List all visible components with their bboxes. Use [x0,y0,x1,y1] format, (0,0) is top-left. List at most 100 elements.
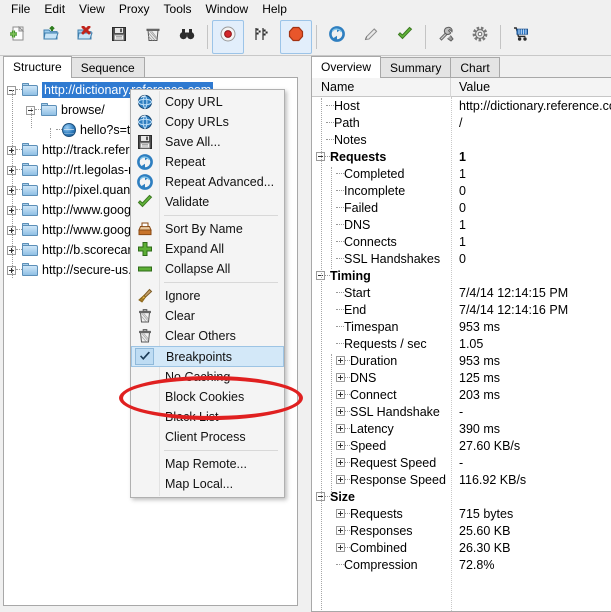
menu-item-no-caching[interactable]: No Caching [131,367,284,387]
menu-item-map-remote[interactable]: Map Remote... [131,454,284,474]
new-session-button[interactable] [1,20,33,54]
overview-row-value: - [459,404,464,419]
menu-item-save-all[interactable]: Save All... [131,132,284,152]
overview-row-name-cell: Responses [312,522,451,539]
menu-item-validate[interactable]: Validate [131,192,284,212]
open-folder-button[interactable] [35,20,67,54]
overview-row[interactable]: Combined 26.30 KB [312,539,611,556]
menu-help[interactable]: Help [255,1,294,18]
tab-summary[interactable]: Summary [380,57,452,78]
menu-item-ignore[interactable]: Ignore [131,286,284,306]
folder-icon [22,183,39,197]
repeat-button[interactable] [321,20,353,54]
overview-row-name-cell: SSL Handshakes [312,250,451,267]
flags-button[interactable] [246,20,278,54]
grid-guide-line [321,98,322,610]
overview-row[interactable]: Incomplete 0 [312,182,611,199]
row-expand-icon[interactable] [336,441,345,450]
menu-item-label: No Caching [165,370,231,384]
row-expand-icon[interactable] [336,390,345,399]
tab-structure[interactable]: Structure [3,56,72,78]
menu-item-map-local[interactable]: Map Local... [131,474,284,494]
tab-chart[interactable]: Chart [450,57,500,78]
row-expand-icon[interactable] [336,543,345,552]
menu-file[interactable]: File [4,1,37,18]
menu-item-repeat-advanced[interactable]: Repeat Advanced... [131,172,284,192]
menu-item-client-process[interactable]: Client Process [131,427,284,447]
overview-row[interactable]: SSL Handshake - [312,403,611,420]
overview-row[interactable]: SSL Handshakes 0 [312,250,611,267]
menu-window[interactable]: Window [199,1,256,18]
record-button[interactable] [212,19,244,54]
overview-row[interactable]: DNS 125 ms [312,369,611,386]
overview-row[interactable]: Completed 1 [312,165,611,182]
overview-grid[interactable]: Name Value Host http://dictionary.referen… [311,77,611,612]
overview-row-label: Combined [350,540,407,555]
save-button[interactable] [103,20,135,54]
overview-row-value: - [459,455,464,470]
row-expand-icon[interactable] [336,526,345,535]
overview-row[interactable]: Request Speed - [312,454,611,471]
menu-item-clear-others[interactable]: Clear Others [131,326,284,346]
close-session-button[interactable] [69,20,101,54]
settings-button[interactable] [464,20,496,54]
row-expand-icon[interactable] [336,407,345,416]
overview-row[interactable]: Notes [312,131,611,148]
validate-button[interactable] [389,20,421,54]
overview-row[interactable]: Path / [312,114,611,131]
overview-row[interactable]: Compression 72.8% [312,556,611,573]
edit-button[interactable] [355,20,387,54]
tools-button[interactable] [430,20,462,54]
menu-item-sort-by-name[interactable]: Sort By Name [131,219,284,239]
overview-row[interactable]: Requests 1 [312,148,611,165]
overview-row-label: Connects [344,234,397,249]
menu-tools[interactable]: Tools [157,1,199,18]
overview-row[interactable]: Timespan 953 ms [312,318,611,335]
tab-overview[interactable]: Overview [311,56,382,78]
overview-row[interactable]: Speed 27.60 KB/s [312,437,611,454]
menu-edit[interactable]: Edit [37,1,72,18]
overview-row[interactable]: Start 7/4/14 12:14:15 PM [312,284,611,301]
menu-proxy[interactable]: Proxy [112,1,157,18]
row-expand-icon[interactable] [336,373,345,382]
menu-item-clear[interactable]: Clear [131,306,284,326]
menu-item-breakpoints[interactable]: Breakpoints [131,346,284,367]
overview-row[interactable]: Connect 203 ms [312,386,611,403]
row-expand-icon[interactable] [336,458,345,467]
overview-row[interactable]: Timing [312,267,611,284]
row-expand-icon[interactable] [336,356,345,365]
overview-row[interactable]: Size [312,488,611,505]
find-button[interactable] [171,20,203,54]
overview-row[interactable]: Failed 0 [312,199,611,216]
menu-view[interactable]: View [72,1,112,18]
overview-row[interactable]: Duration 953 ms [312,352,611,369]
tab-sequence[interactable]: Sequence [70,57,145,78]
overview-row[interactable]: Connects 1 [312,233,611,250]
overview-row[interactable]: End 7/4/14 12:14:16 PM [312,301,611,318]
clear-session-button[interactable] [137,20,169,54]
cart-button[interactable] [505,20,537,54]
overview-row[interactable]: Responses 25.60 KB [312,522,611,539]
overview-row[interactable]: Response Speed 116.92 KB/s [312,471,611,488]
menu-item-copy-urls[interactable]: Copy URLs [131,112,284,132]
overview-row-label: Requests [350,506,403,521]
row-expand-icon[interactable] [336,509,345,518]
stop-button[interactable] [280,19,312,54]
overview-row[interactable]: Latency 390 ms [312,420,611,437]
overview-row[interactable]: Requests 715 bytes [312,505,611,522]
overview-row[interactable]: DNS 1 [312,216,611,233]
context-menu[interactable]: Copy URL Copy URLs Save All... Repeat Repeat… [130,89,285,498]
overview-row[interactable]: Requests / sec 1.05 [312,335,611,352]
menu-item-copy-url[interactable]: Copy URL [131,92,284,112]
menu-item-collapse-all[interactable]: Collapse All [131,259,284,279]
menu-item-repeat[interactable]: Repeat [131,152,284,172]
row-expand-icon[interactable] [336,424,345,433]
row-connector [326,121,334,124]
toolbar [0,18,611,56]
row-expand-icon[interactable] [336,475,345,484]
menu-item-black-list[interactable]: Black List [131,407,284,427]
overview-row[interactable]: Host http://dictionary.reference.com [312,97,611,114]
menu-item-block-cookies[interactable]: Block Cookies [131,387,284,407]
menu-item-expand-all[interactable]: Expand All [131,239,284,259]
overview-row-label: Response Speed [350,472,446,487]
